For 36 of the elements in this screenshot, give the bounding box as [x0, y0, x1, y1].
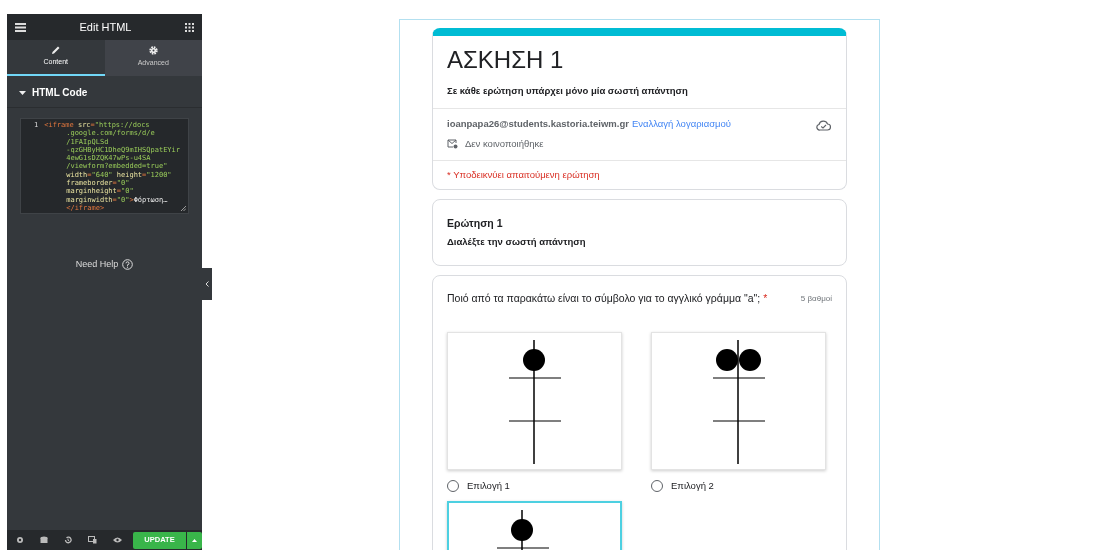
pencil-icon [51, 46, 60, 55]
option-label: Επιλογή 2 [671, 478, 714, 493]
required-note: * Υποδεικνύει απαιτούμενη ερώτηση [446, 167, 601, 182]
points-label: 5 βαθμοί [800, 293, 832, 305]
section-subtitle: Διαλέξτε την σωστή απάντηση [447, 234, 587, 249]
responsive-icon[interactable] [88, 536, 97, 544]
update-options-button[interactable] [187, 531, 202, 549]
history-icon[interactable] [64, 536, 72, 544]
caret-up-icon [192, 538, 197, 542]
form-description: Σε κάθε ερώτηση υπάρχει μόνο μία σωστή απάντηση [447, 84, 689, 98]
option-label: Επιλογή 1 [467, 478, 510, 493]
option-image[interactable] [651, 331, 826, 470]
mail-settings-icon [447, 138, 458, 149]
option-image[interactable] [447, 331, 622, 470]
code-editor[interactable] [20, 118, 189, 214]
menu-icon[interactable] [15, 22, 26, 32]
required-mark: * [763, 291, 768, 306]
question-text: Ποιό από τα παρακάτω είναι το σύμβολο για το αγγλικό γράμμα "a"; [447, 291, 761, 306]
panel-title: Edit HTML [79, 19, 132, 35]
not-shared-text: Δεν κοινοποιήθηκε [465, 136, 544, 151]
grid-icon[interactable] [185, 22, 194, 32]
resize-handle-icon[interactable] [181, 206, 186, 211]
settings-icon[interactable] [16, 536, 24, 544]
radio-button[interactable] [447, 479, 459, 492]
help-icon[interactable] [122, 259, 134, 271]
radio-button[interactable] [651, 479, 663, 492]
chevron-left-icon [205, 281, 209, 287]
form-title: ΑΣΚΗΣΗ 1 [447, 45, 565, 75]
switch-account-link[interactable]: Εναλλαγή λογαριασμού [631, 117, 731, 132]
account-email: ioanpapa26@students.kastoria.teiwm.gr [447, 117, 629, 132]
section-title: Ερώτηση 1 [447, 216, 504, 231]
eye-icon[interactable] [113, 537, 122, 543]
gear-icon [148, 45, 158, 55]
need-help-link[interactable]: Need Help [75, 258, 119, 272]
cloud-check-icon [816, 120, 831, 132]
layers-icon[interactable] [40, 536, 48, 544]
